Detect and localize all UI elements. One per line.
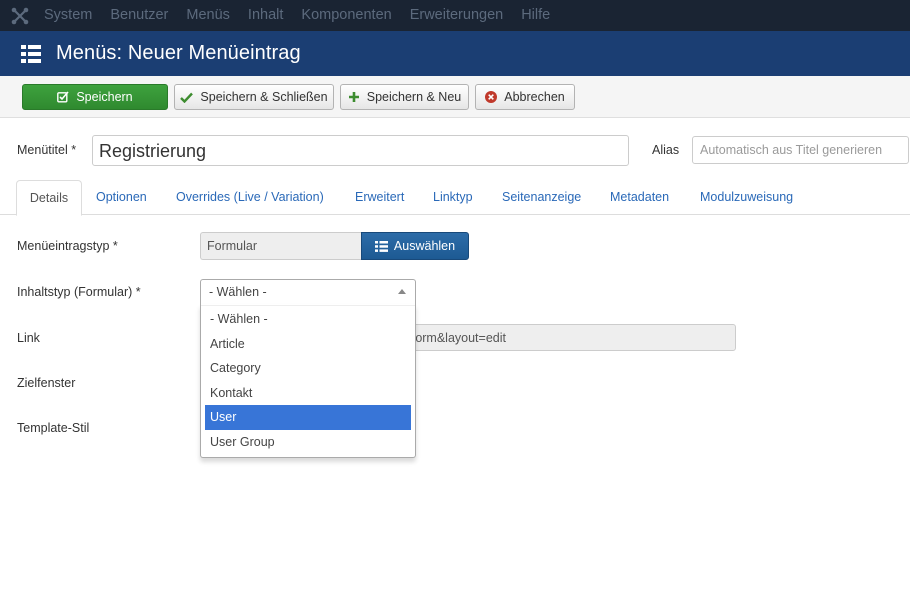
toolbar: Speichern Speichern & Schließen Speicher… [0,76,910,118]
save-close-label: Speichern & Schließen [200,90,328,104]
caret-up-icon [398,289,406,294]
cancel-label: Abbrechen [504,90,565,104]
save-new-label: Speichern & Neu [366,90,462,104]
tab-metadata[interactable]: Metadaten [610,180,669,215]
link-label: Link [17,331,40,345]
content-type-select[interactable]: - Wählen - [200,279,416,305]
nav-users[interactable]: Benutzer [101,0,177,31]
option-choose[interactable]: - Wählen - [205,307,411,332]
content-type-dropdown: - Wählen - Article Category Kontakt User… [200,304,416,458]
tab-advanced[interactable]: Erweitert [355,180,404,215]
menu-title-label: Menütitel * [17,143,77,157]
tab-bar: Details Optionen Overrides (Live / Varia… [0,180,910,216]
tab-page-display[interactable]: Seitenanzeige [502,180,581,215]
nav-extensions[interactable]: Erweiterungen [401,0,513,31]
save-label: Speichern [76,90,133,104]
alias-input[interactable]: Automatisch aus Titel generieren [692,136,909,164]
tab-options[interactable]: Optionen [96,180,147,215]
content-type-label: Inhaltstyp (Formular) * [17,285,141,299]
tab-overrides[interactable]: Overrides (Live / Variation) [176,180,324,215]
list-icon [374,240,388,252]
list-icon [21,44,41,63]
cancel-circle-icon [485,91,498,103]
nav-menus[interactable]: Menüs [177,0,239,31]
tab-link-type[interactable]: Linktyp [433,180,473,215]
save-button[interactable]: Speichern [22,84,168,110]
option-user-group[interactable]: User Group [205,430,411,455]
option-article[interactable]: Article [205,332,411,357]
alias-label: Alias [652,143,680,157]
top-navbar: System Benutzer Menüs Inhalt Komponenten… [0,0,910,31]
nav-components[interactable]: Komponenten [292,0,400,31]
tab-details[interactable]: Details [16,180,82,216]
save-new-button[interactable]: Speichern & Neu [340,84,469,110]
check-icon [180,92,194,103]
plus-icon [348,92,359,102]
menu-item-type-field: Formular [200,232,362,260]
select-type-button[interactable]: Auswählen [361,232,469,260]
target-window-label: Zielfenster [17,376,76,390]
nav-system[interactable]: System [38,0,101,31]
option-contact[interactable]: Kontakt [205,381,411,406]
select-type-label: Auswählen [393,239,456,253]
page-title: Menüs: Neuer Menüeintrag [56,42,301,64]
dropdown-divider [201,305,415,306]
tab-module-assignment[interactable]: Modulzuweisung [700,180,793,215]
option-user[interactable]: User [205,405,411,430]
menu-title-input[interactable]: Registrierung [92,135,629,166]
joomla-logo[interactable] [2,0,38,31]
option-category[interactable]: Category [205,356,411,381]
nav-help[interactable]: Hilfe [512,0,559,31]
title-bar: Menüs: Neuer Menüeintrag [0,31,910,76]
nav-content[interactable]: Inhalt [239,0,292,31]
menu-item-type-label: Menüeintragstyp * [17,239,118,253]
edit-check-icon [57,91,69,103]
template-style-label: Template-Stil [17,421,90,435]
content-type-selected: - Wählen - [209,285,267,299]
save-close-button[interactable]: Speichern & Schließen [174,84,334,110]
cancel-button[interactable]: Abbrechen [475,84,575,110]
